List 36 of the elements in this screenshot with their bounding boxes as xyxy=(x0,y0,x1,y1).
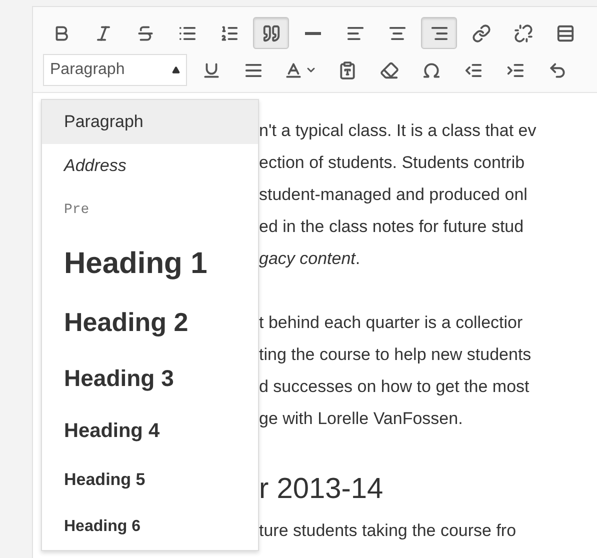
toolbar-button[interactable] xyxy=(253,17,289,49)
format-select[interactable]: Paragraph xyxy=(43,54,187,86)
numbered-list-icon xyxy=(220,24,238,42)
paragraph-line: n't a typical class. It is a class that ev xyxy=(259,120,538,142)
paragraph-line: d successes on how to get the most xyxy=(259,376,530,398)
format-menu-item[interactable]: Pre xyxy=(42,188,258,232)
paragraph-line: ture students taking the course fro xyxy=(259,520,518,542)
eraser-icon xyxy=(380,60,398,80)
format-menu-item[interactable]: Paragraph xyxy=(42,100,258,144)
heading-text: r 2013-14 xyxy=(259,472,384,507)
unlink-icon xyxy=(514,24,532,42)
format-menu-item[interactable]: Heading 1 xyxy=(42,232,258,294)
toolbar-button[interactable] xyxy=(421,17,457,49)
format-menu-item[interactable]: Heading 6 xyxy=(42,504,258,550)
clipboard-icon xyxy=(338,60,356,80)
format-menu-item[interactable]: Heading 3 xyxy=(42,350,258,406)
paragraph-line: ting the course to help new students xyxy=(259,344,532,366)
undo-icon xyxy=(548,60,566,80)
caret-up-icon xyxy=(172,66,180,74)
paragraph-line: student-managed and produced onl xyxy=(259,184,528,206)
paragraph-line: ge with Lorelle VanFossen. xyxy=(259,408,464,430)
toolbar-toggle-icon xyxy=(556,24,574,42)
paragraph-line: ed in the class notes for future stud xyxy=(259,216,525,238)
text-color-icon xyxy=(284,60,302,80)
underline-icon xyxy=(202,60,220,80)
format-menu-item[interactable]: Heading 2 xyxy=(42,294,258,350)
omega-icon xyxy=(422,60,440,80)
link-icon xyxy=(472,24,490,42)
format-menu-item[interactable]: Heading 4 xyxy=(42,406,258,456)
paragraph-line: t behind each quarter is a collectior xyxy=(259,312,524,334)
strikethrough-icon xyxy=(136,24,154,42)
paragraph-line: ection of students. Students contrib xyxy=(259,152,526,174)
quote-icon xyxy=(262,24,280,42)
paragraph-line: gacy content. xyxy=(259,248,362,270)
format-menu-item[interactable]: Heading 5 xyxy=(42,456,258,504)
format-menu-item[interactable]: Address xyxy=(42,144,258,188)
